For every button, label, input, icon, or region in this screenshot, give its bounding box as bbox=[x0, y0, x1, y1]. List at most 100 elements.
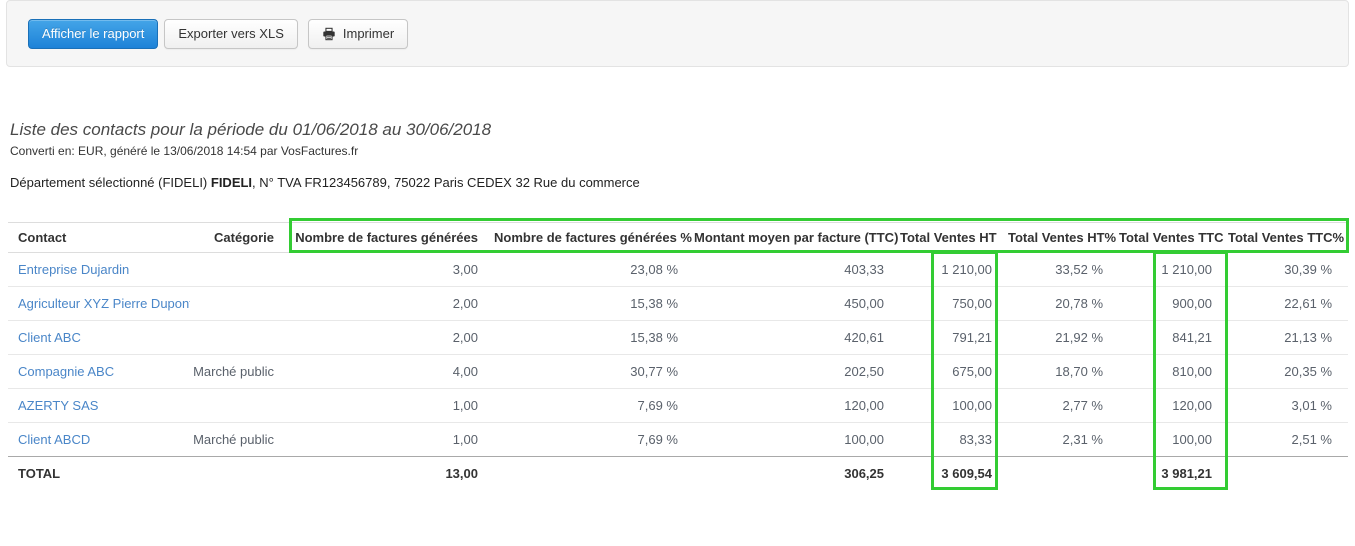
value-cell: 21,13 % bbox=[1228, 320, 1348, 355]
value-cell: 675,00 bbox=[900, 354, 1008, 389]
value-cell: 30,77 % bbox=[494, 354, 694, 389]
department-address: , N° TVA FR123456789, 75022 Paris CEDEX … bbox=[252, 175, 640, 190]
total-value-cell bbox=[1008, 456, 1119, 490]
value-cell: 202,50 bbox=[694, 354, 900, 389]
value-cell: 403,33 bbox=[844, 262, 884, 277]
value-cell: Marché public bbox=[190, 422, 290, 457]
value-cell: 23,08 % bbox=[630, 262, 678, 277]
department-name: FIDELI bbox=[210, 175, 253, 190]
value-cell: 3,00 bbox=[452, 262, 478, 277]
report-header: Liste des contacts pour la période du 01… bbox=[10, 119, 640, 190]
print-button[interactable]: Imprimer bbox=[307, 18, 409, 49]
column-header-3: Nombre de factures générées bbox=[290, 222, 494, 253]
total-row: TOTAL 13,00 306,25 3 609,54 3 981,21 bbox=[8, 456, 1348, 490]
export-xls-button[interactable]: Exporter vers XLS bbox=[164, 18, 298, 49]
table-row: Client ABC 2,00 15,38 % 420,61 791,21 21,92 %… bbox=[8, 320, 1348, 355]
value-cell: 100,00 bbox=[900, 388, 1008, 423]
value-cell: 21,92 % bbox=[1008, 320, 1119, 355]
value-cell bbox=[190, 253, 290, 287]
table-row: Client ABCD Marché public 1,00 7,69 % 100,00… bbox=[8, 422, 1348, 457]
value-cell: 4,00 bbox=[290, 354, 494, 389]
value-cell: Marché public bbox=[190, 354, 290, 389]
value-cell: 791,21 bbox=[900, 320, 1008, 355]
value-cell bbox=[190, 286, 290, 321]
value-cell: 3,01 % bbox=[1228, 388, 1348, 423]
value-cell: 100,00 bbox=[1119, 422, 1228, 457]
print-button-label: Imprimer bbox=[342, 25, 395, 41]
contact-link[interactable]: Compagnie ABC bbox=[18, 364, 114, 379]
table-row: Entreprise Dujardin 3,00 23,08 % 403,33 1 21… bbox=[8, 253, 1348, 287]
total-value-cell: 3 609,54 bbox=[900, 456, 1008, 490]
value-cell: 900,00 bbox=[1119, 286, 1228, 321]
value-cell: 841,21 bbox=[1119, 320, 1228, 355]
toolbar: Afficher le rapport Exporter vers XLS Im… bbox=[6, 0, 1349, 67]
value-cell: 20,78 % bbox=[1008, 286, 1119, 321]
value-cell: 1,00 bbox=[290, 422, 494, 457]
contact-cell: Client ABCD bbox=[8, 422, 190, 457]
table-header-row: Contact Catégorie Nombre de factures génér… bbox=[8, 222, 1348, 253]
table-row: Agriculteur XYZ Pierre Dupont 2,00 15,38 %… bbox=[8, 286, 1348, 321]
report-title: Liste des contacts pour la période du 01… bbox=[10, 120, 492, 139]
value-cell: 120,00 bbox=[694, 388, 900, 423]
report-department-line: Département sélectionné (FIDELI) FIDELI,… bbox=[10, 175, 640, 190]
total-value-cell bbox=[494, 456, 694, 490]
report-subtitle: Converti en: EUR, généré le 13/06/2018 1… bbox=[10, 144, 359, 158]
total-value-cell bbox=[1228, 456, 1348, 490]
printer-icon bbox=[322, 27, 336, 41]
total-value-cell: 306,25 bbox=[694, 456, 900, 490]
value-cell bbox=[190, 388, 290, 423]
table-row: AZERTY SAS 1,00 7,69 % 120,00 100,00 2,77 % 12… bbox=[8, 388, 1348, 423]
value-cell: 2,31 % bbox=[1008, 422, 1119, 457]
value-cell: 22,61 % bbox=[1228, 286, 1348, 321]
value-cell: 7,69 % bbox=[494, 422, 694, 457]
value-cell: 2,77 % bbox=[1008, 388, 1119, 423]
contact-link[interactable]: Agriculteur XYZ Pierre Dupont bbox=[18, 296, 190, 311]
value-cell: 420,61 bbox=[694, 320, 900, 355]
total-value-cell bbox=[190, 456, 290, 490]
value-cell: 750,00 bbox=[900, 286, 1008, 321]
value-cell: 7,69 % bbox=[494, 388, 694, 423]
value-cell bbox=[190, 320, 290, 355]
report-page: Afficher le rapport Exporter vers XLS Im… bbox=[0, 0, 1355, 546]
value-cell: 1 210,00 bbox=[941, 262, 992, 277]
contact-link[interactable]: Entreprise Dujardin bbox=[18, 262, 129, 277]
value-cell: 15,38 % bbox=[494, 286, 694, 321]
value-cell: 100,00 bbox=[694, 422, 900, 457]
column-header-7: Total Ventes HT% bbox=[1008, 222, 1119, 253]
total-value-cell: 3 981,21 bbox=[1119, 456, 1228, 490]
value-cell: 18,70 % bbox=[1008, 354, 1119, 389]
column-header-4: Nombre de factures générées % bbox=[494, 222, 694, 253]
value-cell: 2,00 bbox=[290, 286, 494, 321]
contact-link[interactable]: Client ABCD bbox=[18, 432, 90, 447]
contact-cell: Agriculteur XYZ Pierre Dupont bbox=[8, 286, 190, 321]
value-cell: 1,00 bbox=[290, 388, 494, 423]
department-prefix: Département sélectionné (FIDELI) bbox=[10, 175, 211, 190]
value-cell: 2,51 % bbox=[1228, 422, 1348, 457]
contact-cell: Entreprise Dujardin bbox=[8, 253, 190, 287]
contacts-report-table: Contact Catégorie Nombre de factures génér… bbox=[8, 222, 1348, 490]
contact-cell: Compagnie ABC bbox=[8, 354, 190, 389]
contact-link[interactable]: Client ABC bbox=[18, 330, 81, 345]
value-cell: 30,39 % bbox=[1284, 262, 1332, 277]
table-row: Compagnie ABC Marché public 4,00 30,77 % 202… bbox=[8, 354, 1348, 389]
value-cell: 83,33 bbox=[900, 422, 1008, 457]
value-cell: 120,00 bbox=[1119, 388, 1228, 423]
value-cell: 450,00 bbox=[694, 286, 900, 321]
contact-cell: AZERTY SAS bbox=[8, 388, 190, 423]
total-value-cell: 13,00 bbox=[290, 456, 494, 490]
column-header-1: Contact bbox=[8, 222, 190, 253]
column-header-9: Total Ventes TTC% bbox=[1228, 222, 1348, 253]
value-cell: 1 210,00 bbox=[1161, 262, 1212, 277]
value-cell: 33,52 % bbox=[1055, 262, 1103, 277]
contact-cell: Client ABC bbox=[8, 320, 190, 355]
value-cell: 810,00 bbox=[1119, 354, 1228, 389]
column-header-2: Catégorie bbox=[190, 222, 290, 253]
column-header-6: Total Ventes HT bbox=[900, 222, 1008, 253]
show-report-button[interactable]: Afficher le rapport bbox=[28, 18, 159, 49]
value-cell: 2,00 bbox=[290, 320, 494, 355]
column-header-8: Total Ventes TTC bbox=[1119, 222, 1228, 253]
total-label-cell: TOTAL bbox=[8, 456, 190, 490]
value-cell: 20,35 % bbox=[1228, 354, 1348, 389]
contact-link[interactable]: AZERTY SAS bbox=[18, 398, 98, 413]
value-cell: 15,38 % bbox=[494, 320, 694, 355]
